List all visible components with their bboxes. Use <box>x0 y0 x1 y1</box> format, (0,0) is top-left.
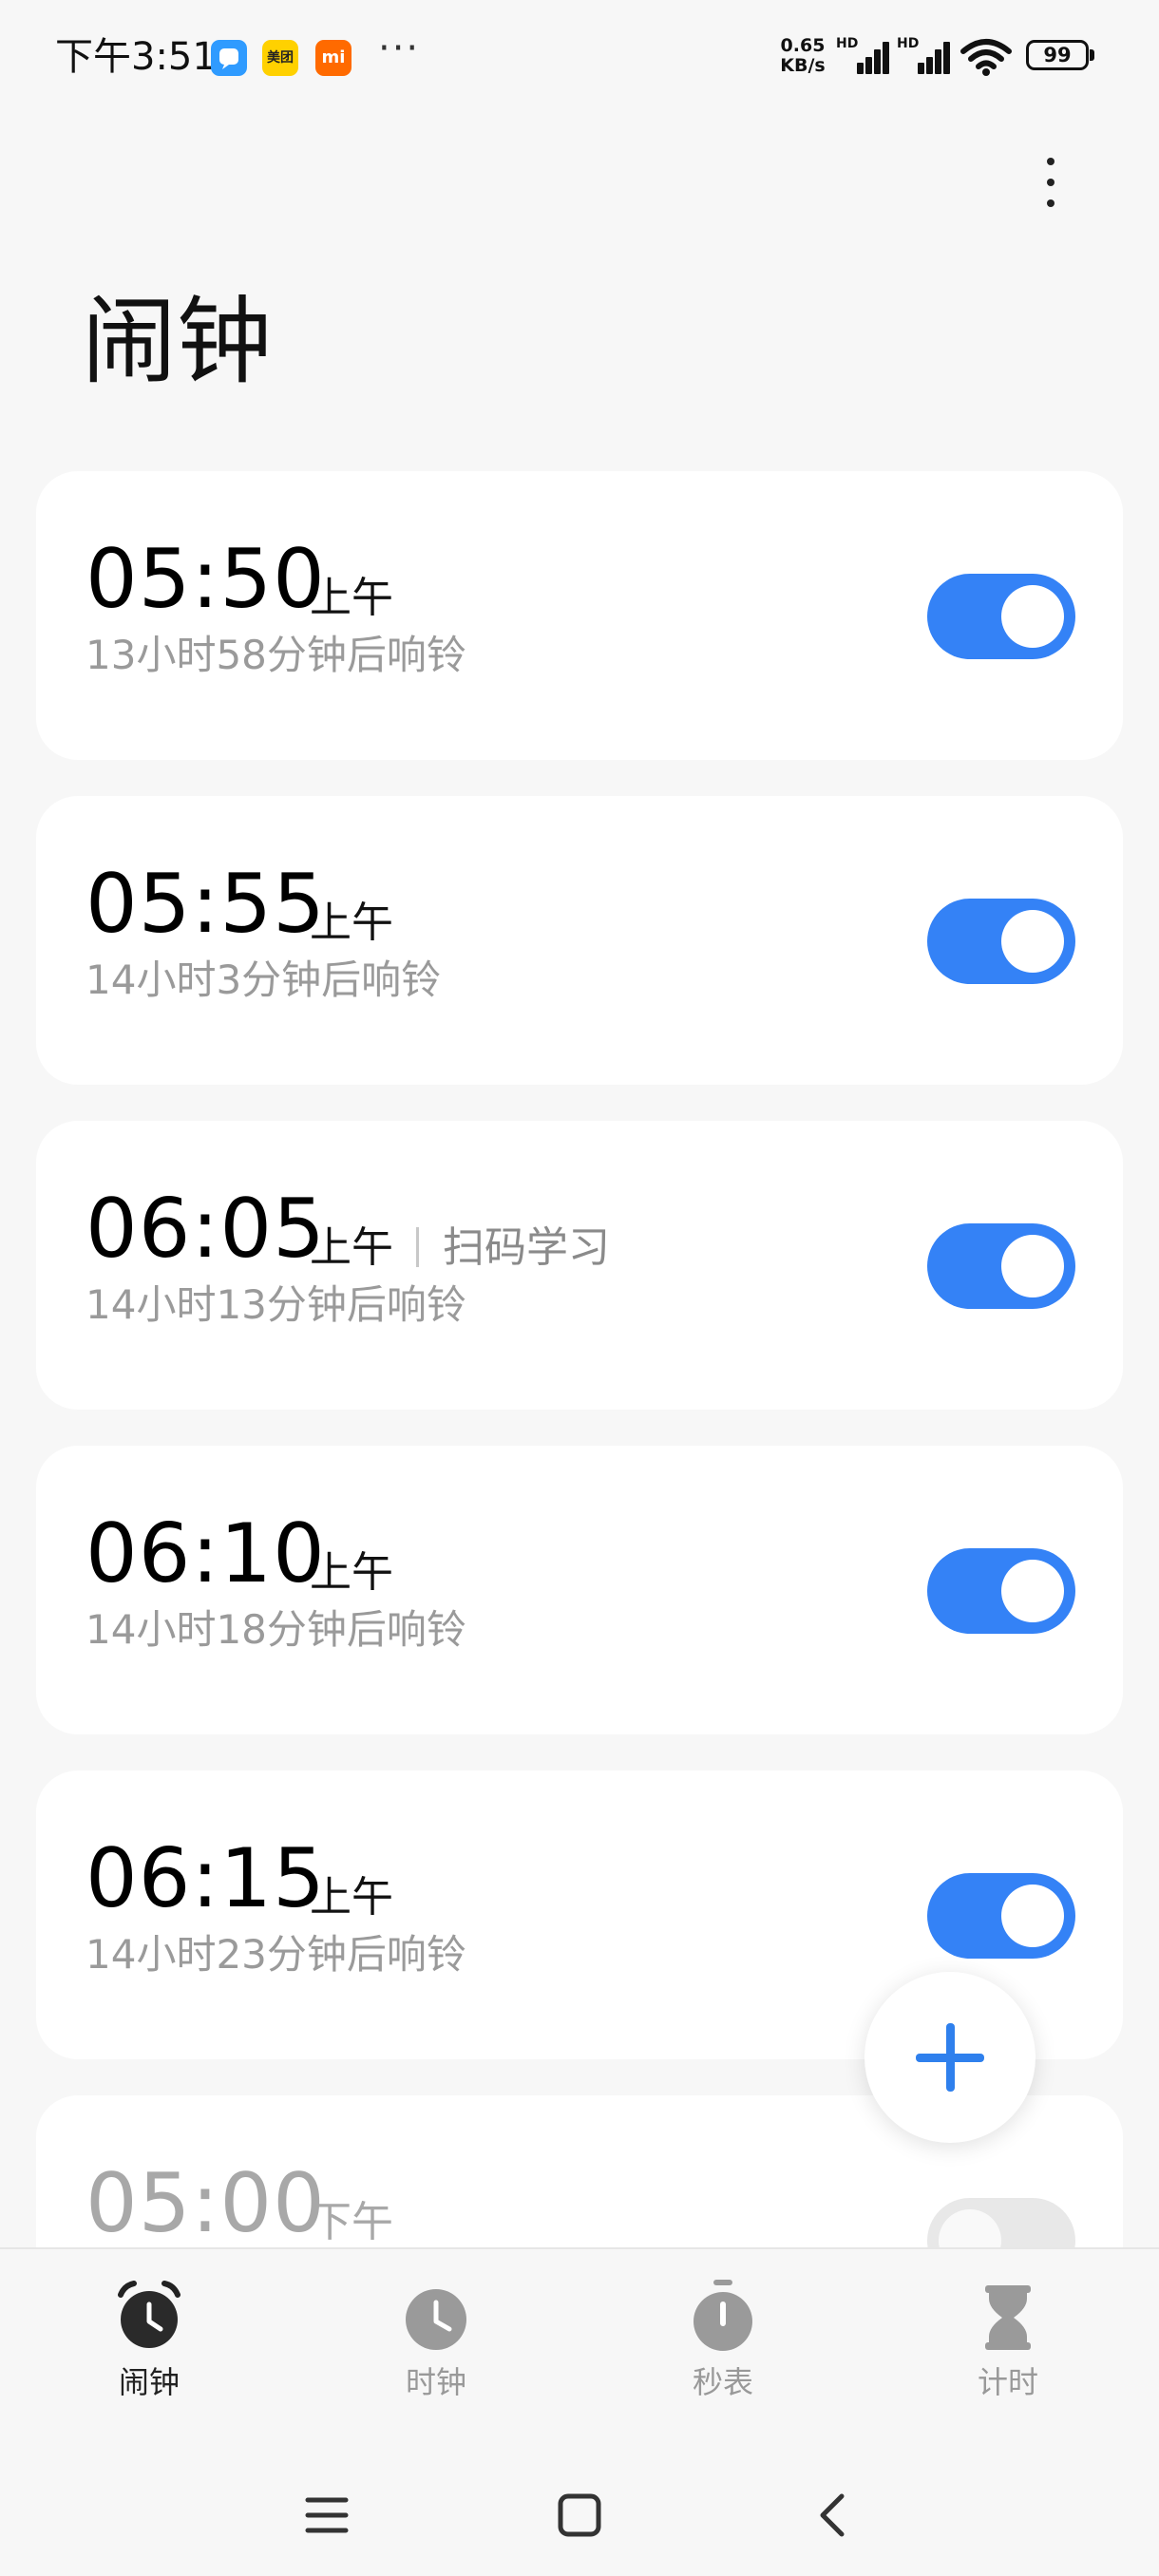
battery-icon: 99 <box>1026 40 1094 70</box>
toggle-knob <box>1001 1235 1064 1297</box>
system-nav-bar <box>0 2449 1159 2576</box>
network-speed-value: 0.65 <box>780 35 826 56</box>
signal-2-icon: HD <box>897 36 954 74</box>
home-icon[interactable] <box>542 2477 618 2553</box>
menu-icon[interactable] <box>289 2477 365 2553</box>
alarm-countdown: 14小时23分钟后响铃 <box>86 1931 466 1978</box>
status-bar: 下午3:51 美团 mi ··· 0.65 KB/s HD HD 99 <box>0 0 1159 114</box>
alarm-card[interactable]: 06:10 上午 14小时18分钟后响铃 <box>36 1446 1123 1734</box>
alarm-card[interactable]: 06:05 上午 扫码学习 14小时13分钟后响铃 <box>36 1121 1123 1410</box>
tab-stopwatch[interactable]: 秒表 <box>628 2278 818 2420</box>
alarm-countdown: 14小时18分钟后响铃 <box>86 1606 466 1653</box>
tab-alarm[interactable]: 闹钟 <box>54 2278 244 2420</box>
alarm-time: 06:15 <box>86 1831 326 1926</box>
alarm-period: 上午 <box>310 899 393 947</box>
alarm-time: 05:00 <box>86 2156 326 2247</box>
signal-2-hd-label: HD <box>897 36 920 51</box>
tab-clock[interactable]: 时钟 <box>341 2278 531 2420</box>
label-separator <box>416 1227 419 1267</box>
back-icon[interactable] <box>794 2477 870 2553</box>
signal-1-hd-label: HD <box>836 36 859 51</box>
bottom-nav: 闹钟 时钟 秒表 计时 <box>0 2247 1159 2451</box>
wifi-icon <box>960 39 1012 76</box>
alarm-countdown: 13小时58分钟后响铃 <box>86 632 466 678</box>
tab-stopwatch-label: 秒表 <box>692 2364 753 2400</box>
page-title: 闹钟 <box>82 286 272 397</box>
alarm-time: 05:55 <box>86 857 326 952</box>
alarm-screen: 下午3:51 美团 mi ··· 0.65 KB/s HD HD 99 闹钟 0… <box>0 0 1159 2576</box>
toggle-knob <box>1001 1885 1064 1947</box>
alarm-label: 扫码学习 <box>443 1223 610 1272</box>
tab-timer[interactable]: 计时 <box>913 2278 1103 2420</box>
more-options-button[interactable] <box>1026 152 1074 213</box>
battery-level: 99 <box>1043 44 1072 66</box>
add-alarm-button[interactable] <box>864 1972 1036 2143</box>
toggle-knob <box>1001 910 1064 973</box>
alarm-toggle[interactable] <box>927 1873 1075 1959</box>
alarm-time: 06:10 <box>86 1506 326 1601</box>
alarm-period: 上午 <box>310 574 393 622</box>
tab-timer-label: 计时 <box>977 2364 1038 2400</box>
alarm-time: 05:50 <box>86 532 326 627</box>
alarm-countdown: 14小时13分钟后响铃 <box>86 1281 466 1328</box>
meituan-app-icon: 美团 <box>262 40 298 76</box>
tab-alarm-label: 闹钟 <box>118 2364 180 2400</box>
alarm-countdown: 14小时3分钟后响铃 <box>86 957 442 1003</box>
status-time: 下午3:51 <box>55 35 217 79</box>
tab-clock-label: 时钟 <box>405 2364 466 2400</box>
alarm-toggle[interactable] <box>927 1223 1075 1309</box>
network-speed: 0.65 KB/s <box>775 36 830 76</box>
toggle-knob <box>939 2209 1001 2247</box>
alarm-toggle[interactable] <box>927 574 1075 659</box>
alarm-card[interactable]: 05:50 上午 13小时58分钟后响铃 <box>36 471 1123 760</box>
hourglass-icon <box>985 2285 1031 2350</box>
alarm-toggle[interactable] <box>927 1548 1075 1634</box>
signal-1-icon: HD <box>836 36 893 74</box>
alarm-period: 上午 <box>310 1223 393 1272</box>
toggle-knob <box>1001 585 1064 648</box>
alarm-period: 上午 <box>310 1548 393 1597</box>
alarm-period: 下午 <box>310 2198 393 2246</box>
message-app-icon <box>211 40 247 76</box>
stopwatch-icon <box>694 2280 752 2351</box>
notification-overflow-icon: ··· <box>378 27 421 70</box>
clock-icon <box>406 2289 466 2350</box>
network-speed-unit: KB/s <box>780 55 826 76</box>
alarm-card[interactable]: 05:55 上午 14小时3分钟后响铃 <box>36 796 1123 1085</box>
alarm-clock-icon <box>118 2281 180 2348</box>
alarm-time: 06:05 <box>86 1182 326 1277</box>
alarm-toggle[interactable] <box>927 899 1075 984</box>
toggle-knob <box>1001 1560 1064 1622</box>
mi-app-icon: mi <box>315 40 352 76</box>
alarm-toggle[interactable] <box>927 2198 1075 2247</box>
alarm-period: 上午 <box>310 1873 393 1922</box>
